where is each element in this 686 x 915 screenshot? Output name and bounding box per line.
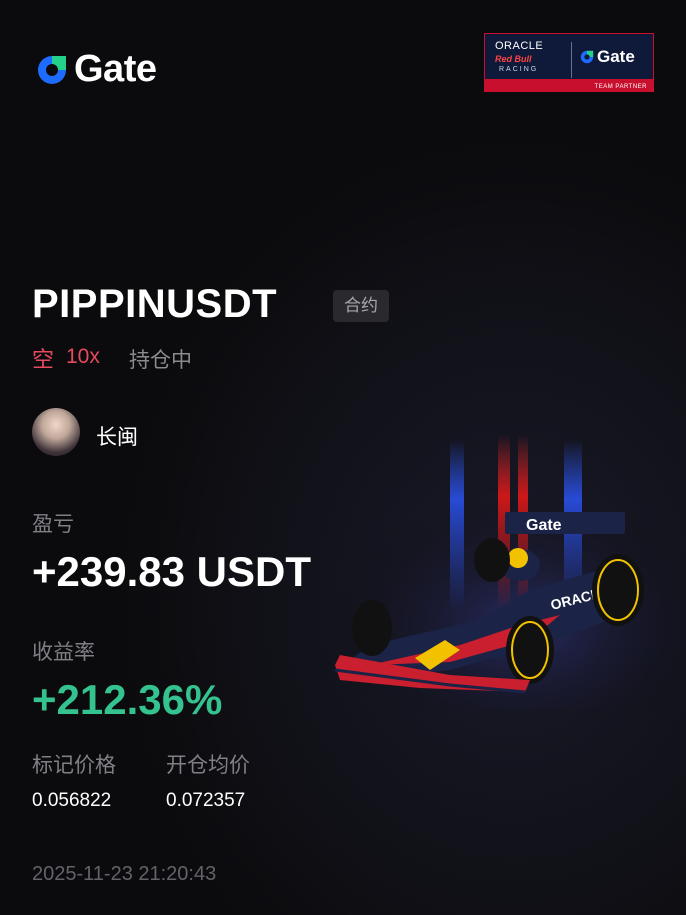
team-partner-label: TEAM PARTNER [594, 84, 647, 90]
avatar [32, 408, 80, 456]
mark-price-label: 标记价格 [32, 754, 116, 777]
position-side: 空 [32, 347, 55, 372]
roi-label: 收益率 [32, 641, 95, 664]
light-bar-blue [450, 440, 464, 610]
team-partner-badge: ORACLE Red Bull RACING Gate TEAM PARTNER [484, 33, 654, 92]
oracle-wordmark: ORACLE [495, 40, 544, 52]
badge-divider [571, 42, 572, 78]
gate-logo: Gate [34, 48, 157, 91]
red-bull-wordmark: Red Bull [495, 54, 532, 64]
mark-price-value: 0.056822 [32, 790, 112, 811]
pnl-label: 盈亏 [32, 513, 74, 536]
open-price-value: 0.072357 [166, 790, 246, 811]
share-card: Gate ORACLE Red Bull RACING Gate TEAM PA… [0, 0, 686, 915]
badge-gate-logo: Gate [579, 47, 635, 67]
racing-wordmark: RACING [499, 66, 539, 73]
badge-gate-text: Gate [597, 47, 635, 66]
position-status: 持仓中 [129, 349, 192, 372]
contract-tag: 合约 [333, 290, 389, 322]
contract-symbol: PIPPINUSDT [32, 282, 278, 326]
f1-car-illustration: Gate ORACLE [330, 435, 686, 710]
gate-logo-icon [38, 55, 66, 84]
rear-wing-text: Gate [526, 517, 562, 534]
pnl-value: +239.83 USDT [32, 548, 311, 595]
timestamp: 2025-11-23 21:20:43 [32, 863, 217, 885]
open-price-label: 开仓均价 [166, 754, 250, 777]
roi-value: +212.36% [32, 676, 223, 723]
gate-logo-text: Gate [74, 48, 157, 90]
gate-small-icon [580, 50, 594, 64]
leverage: 10x [66, 345, 100, 368]
username: 长闽 [96, 426, 138, 449]
